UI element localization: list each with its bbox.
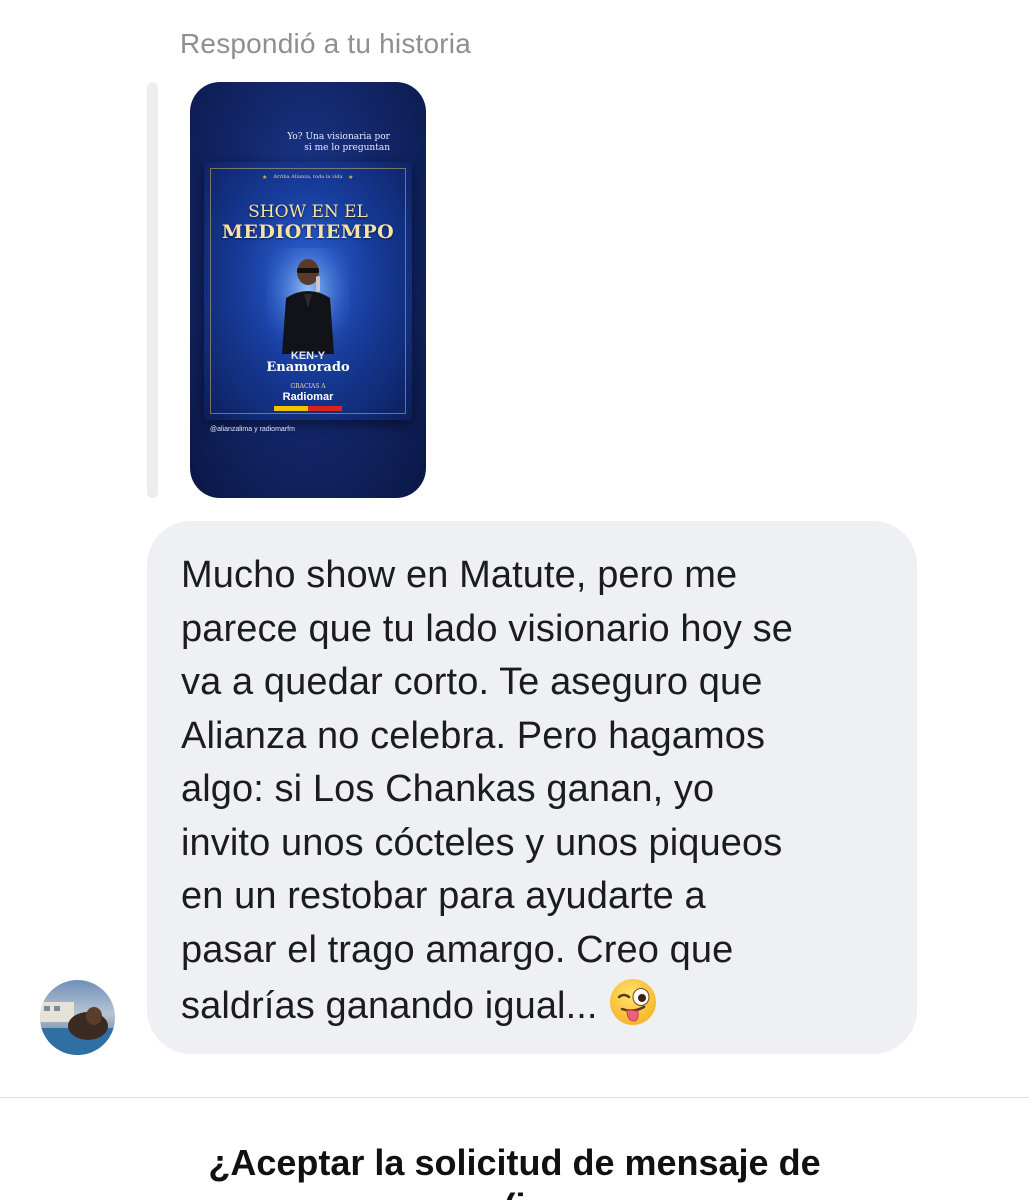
singer-figure-icon bbox=[266, 248, 350, 354]
message-request-title-line2: (i bbox=[0, 1186, 1029, 1200]
poster-title-line2: MEDIOTIEMPO bbox=[221, 221, 395, 243]
story-mention: @alianzalima y radiomarfm bbox=[210, 426, 295, 433]
reply-quote-bar bbox=[147, 82, 158, 498]
sender-avatar[interactable] bbox=[40, 980, 115, 1055]
story-caption: Yo? Una visionaria por si me lo pregunta… bbox=[287, 132, 390, 153]
poster-brand-logo: Radiomar bbox=[282, 391, 334, 403]
story-thumbnail[interactable]: Yo? Una visionaria por si me lo pregunta… bbox=[190, 82, 426, 498]
message-body: Mucho show en Matute, pero me parece que… bbox=[181, 554, 793, 1027]
poster-tagline: Arriba Alianza, toda la vida bbox=[273, 174, 343, 180]
winking-face-with-tongue-icon bbox=[610, 979, 657, 1025]
story-poster: ★ ★ Arriba Alianza, toda la vida SHOW EN… bbox=[204, 162, 412, 420]
poster-brand-bar bbox=[274, 406, 342, 411]
avatar-photo-icon bbox=[40, 980, 115, 1055]
section-divider bbox=[0, 1097, 1029, 1098]
dm-thread: Respondió a tu historia Yo? Una visionar… bbox=[0, 0, 1029, 1200]
message-text: Mucho show en Matute, pero me parece que… bbox=[181, 549, 891, 1034]
message-bubble[interactable]: Mucho show en Matute, pero me parece que… bbox=[147, 521, 917, 1054]
poster-artist-line2: Enamorado bbox=[266, 360, 350, 375]
message-request-title: ¿Aceptar la solicitud de mensaje de bbox=[208, 1142, 821, 1183]
poster-title-line1: SHOW EN EL bbox=[248, 202, 368, 222]
reply-context-label: Respondió a tu historia bbox=[180, 28, 471, 59]
poster-thanks: GRACIAS A bbox=[290, 383, 326, 390]
